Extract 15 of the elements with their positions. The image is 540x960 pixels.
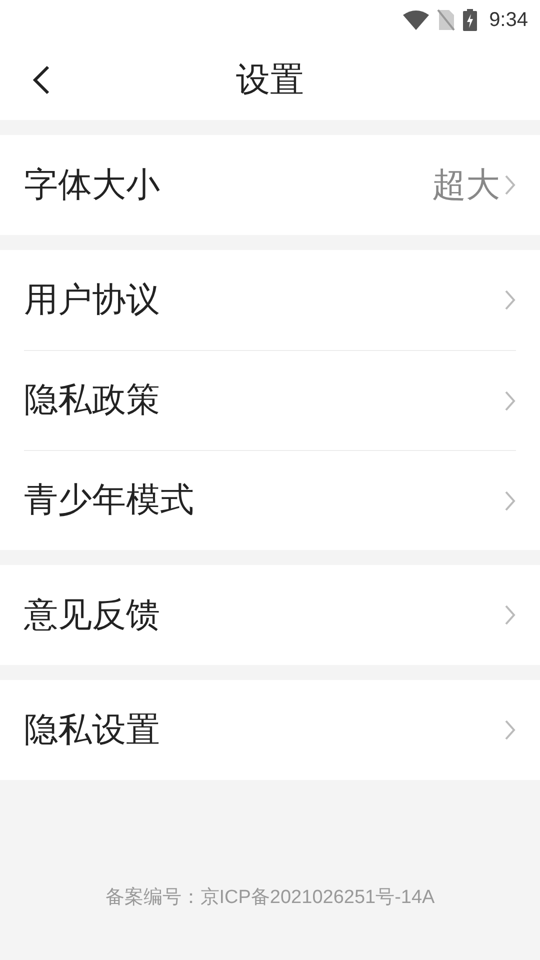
settings-row[interactable]: 青少年模式 xyxy=(24,450,516,550)
chevron-right-icon xyxy=(504,719,516,741)
settings-row[interactable]: 隐私政策 xyxy=(24,350,516,450)
page-title: 设置 xyxy=(236,60,304,100)
chevron-right-icon xyxy=(504,390,516,412)
filing-number: 备案编号：京ICP备2021026251号-14A xyxy=(105,886,435,910)
wifi-icon xyxy=(403,10,430,30)
chevron-right-icon xyxy=(504,289,516,311)
no-sim-icon xyxy=(437,9,456,31)
battery-charging-icon xyxy=(463,9,478,31)
chevron-right-icon xyxy=(504,174,516,196)
settings-row[interactable]: 用户协议 xyxy=(24,250,516,350)
clock: 9:34 xyxy=(489,8,528,33)
chevron-right-icon xyxy=(504,490,516,512)
chevron-right-icon xyxy=(504,604,516,626)
